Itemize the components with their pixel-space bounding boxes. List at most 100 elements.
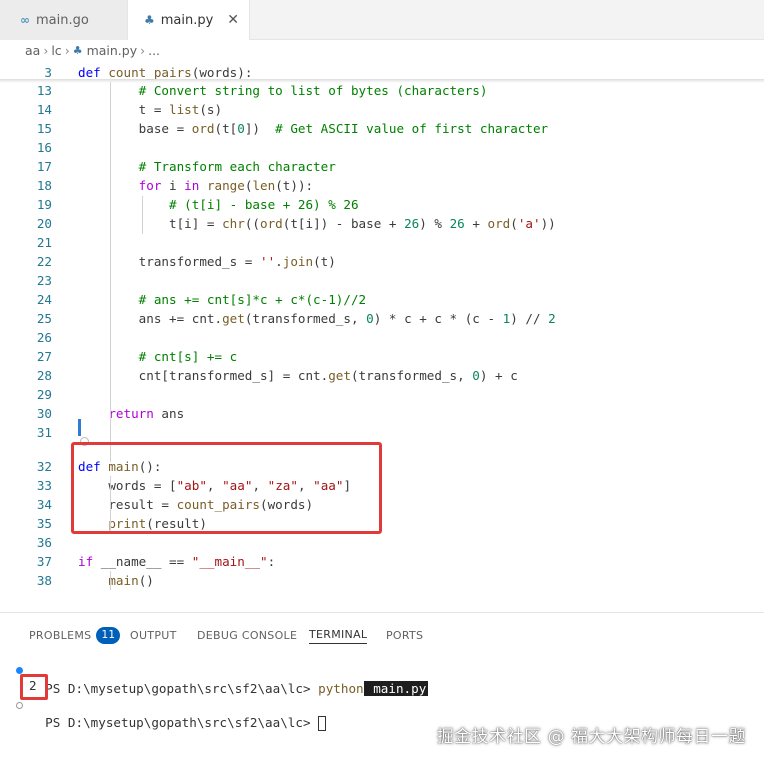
code-line[interactable]: 31 xyxy=(0,423,764,442)
terminal-line[interactable]: PS D:\mysetup\gopath\src\sf2\aa\lc> pyth… xyxy=(30,662,429,696)
close-icon[interactable]: ✕ xyxy=(227,12,239,28)
code-line[interactable]: 13 # Convert string to list of bytes (ch… xyxy=(0,81,764,100)
code-text: cnt[transformed_s] = cnt.get(transformed… xyxy=(78,368,518,383)
code-text: if __name__ == "__main__": xyxy=(78,554,276,569)
code-text: base = ord(t[0]) # Get ASCII value of fi… xyxy=(78,121,549,136)
tab-problems[interactable]: PROBLEMS 11 xyxy=(29,625,121,645)
breadcrumb-item[interactable]: main.py xyxy=(87,43,138,58)
sticky-scroll-shadow xyxy=(0,79,764,83)
line-number: 17 xyxy=(36,159,52,174)
tab-output[interactable]: OUTPUT xyxy=(130,625,177,645)
line-number: 23 xyxy=(36,273,52,288)
code-line[interactable]: 19 # (t[i] - base + 26) % 26 xyxy=(0,195,764,214)
code-text: # Transform each character xyxy=(138,159,336,174)
code-line[interactable]: 24 # ans += cnt[s]*c + c*(c-1)//2 xyxy=(0,290,764,309)
code-line[interactable]: 30 return ans xyxy=(0,404,764,423)
tab-label: PROBLEMS xyxy=(29,628,92,642)
line-number: 30 xyxy=(36,406,52,421)
tab-label: PORTS xyxy=(386,628,424,642)
code-line[interactable]: 15 base = ord(t[0]) # Get ASCII value of… xyxy=(0,119,764,138)
code-text: # ans += cnt[s]*c + c*(c-1)//2 xyxy=(138,292,367,307)
tab-debug-console[interactable]: DEBUG CONSOLE xyxy=(197,625,297,645)
line-number: 25 xyxy=(36,311,52,326)
line-number: 29 xyxy=(36,387,52,402)
code-line[interactable]: 26 xyxy=(0,328,764,347)
chevron-right-icon: › xyxy=(43,42,49,58)
code-line[interactable]: 18 for i in range(len(t)): xyxy=(0,176,764,195)
indent-guide xyxy=(110,82,111,462)
panel-tabs: PROBLEMS 11 OUTPUT DEBUG CONSOLE TERMINA… xyxy=(0,613,764,653)
tab-label: OUTPUT xyxy=(130,628,177,642)
line-number: 26 xyxy=(36,330,52,345)
code-line[interactable]: 28 cnt[transformed_s] = cnt.get(transfor… xyxy=(0,366,764,385)
python-file-icon: ♣ xyxy=(72,43,83,57)
terminal-output: 2 xyxy=(29,678,37,693)
code-text: t = list(s) xyxy=(78,102,223,117)
code-line[interactable]: 22 transformed_s = ''.join(t) xyxy=(0,252,764,271)
breadcrumb-item[interactable]: ... xyxy=(148,43,160,58)
code-line[interactable]: 14 t = list(s) xyxy=(0,100,764,119)
code-line[interactable]: 36 xyxy=(0,533,764,552)
line-number: 24 xyxy=(36,292,52,307)
code-text: # cnt[s] += c xyxy=(138,349,238,364)
line-number: 36 xyxy=(36,535,52,550)
breadcrumb-item[interactable]: aa xyxy=(25,43,40,58)
tab-label: main.py xyxy=(160,12,214,28)
python-file-icon: ♣ xyxy=(144,13,155,27)
code-line[interactable]: 16 xyxy=(0,138,764,157)
tab-ports[interactable]: PORTS xyxy=(386,625,423,645)
code-text: for i in range(len(t)): xyxy=(138,178,314,193)
line-number: 18 xyxy=(36,178,52,193)
code-line[interactable]: 27 # cnt[s] += c xyxy=(0,347,764,366)
line-number: 20 xyxy=(36,216,52,231)
line-number: 35 xyxy=(36,516,52,531)
problems-badge: 11 xyxy=(96,626,121,644)
line-number: 32 xyxy=(36,459,52,474)
tab-main-py[interactable]: ♣ main.py ✕ xyxy=(128,0,250,40)
line-number: 22 xyxy=(36,254,52,269)
tab-label: TERMINAL xyxy=(309,627,368,641)
line-number: 16 xyxy=(36,140,52,155)
code-line[interactable]: 38 main() xyxy=(0,571,764,590)
breadcrumb-item[interactable]: lc xyxy=(51,43,61,58)
code-line[interactable]: 21 xyxy=(0,233,764,252)
terminal-cursor xyxy=(318,716,327,731)
code-text: main() xyxy=(108,573,154,588)
code-line[interactable]: 37 if __name__ == "__main__": xyxy=(0,552,764,571)
code-text: t[i] = chr((ord(t[i]) - base + 26) % 26 … xyxy=(78,216,556,231)
code-line[interactable]: 20 t[i] = chr((ord(t[i]) - base + 26) % … xyxy=(0,214,764,233)
command-pending-dot[interactable] xyxy=(16,702,23,709)
terminal-command: python xyxy=(318,681,364,696)
tab-main-go[interactable]: ∞ main.go xyxy=(0,0,128,40)
line-number: 33 xyxy=(36,478,52,493)
tab-terminal[interactable]: TERMINAL xyxy=(309,625,368,644)
code-text: return ans xyxy=(108,406,185,421)
indent-guide xyxy=(110,571,111,590)
breadcrumb: aa › lc › ♣ main.py › ... xyxy=(0,40,764,60)
watermark: 掘金技术社区 @ 福大大架构师每日一题 xyxy=(436,727,746,747)
line-number: 27 xyxy=(36,349,52,364)
line-number: 28 xyxy=(36,368,52,383)
code-text: # Convert string to list of bytes (chara… xyxy=(138,83,488,98)
terminal-line[interactable]: PS D:\mysetup\gopath\src\sf2\aa\lc> xyxy=(30,696,327,731)
chevron-right-icon: › xyxy=(140,42,146,58)
line-number: 21 xyxy=(36,235,52,250)
line-number: 31 xyxy=(36,425,52,440)
code-line[interactable]: 17 # Transform each character xyxy=(0,157,764,176)
tab-label: DEBUG CONSOLE xyxy=(197,628,298,642)
command-success-dot[interactable] xyxy=(16,667,23,674)
line-number: 14 xyxy=(36,102,52,117)
code-text: ans += cnt.get(transformed_s, 0) * c + c… xyxy=(78,311,556,326)
text-cursor xyxy=(78,419,81,436)
chevron-right-icon: › xyxy=(64,42,70,58)
line-number: 34 xyxy=(36,497,52,512)
code-line[interactable]: 25 ans += cnt.get(transformed_s, 0) * c … xyxy=(0,309,764,328)
code-line[interactable]: 23 xyxy=(0,271,764,290)
code-text: transformed_s = ''.join(t) xyxy=(78,254,336,269)
go-file-icon: ∞ xyxy=(20,13,30,27)
terminal-argument: main.py xyxy=(363,681,429,696)
line-number: 37 xyxy=(36,554,52,569)
highlight-box xyxy=(71,442,382,534)
indent-guide xyxy=(142,196,143,234)
code-line[interactable]: 29 xyxy=(0,385,764,404)
